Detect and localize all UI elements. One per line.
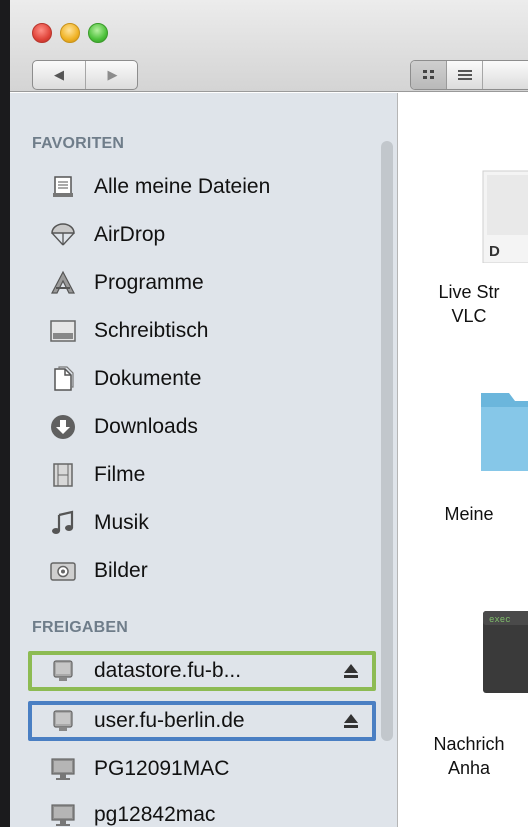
downloads-icon	[48, 412, 78, 442]
sidebar-item-label: Programme	[94, 271, 204, 294]
back-button[interactable]: ◀	[33, 61, 86, 89]
back-arrow-icon: ◀	[54, 67, 64, 82]
pictures-icon	[48, 556, 78, 586]
desktop-icon	[48, 316, 78, 346]
sidebar-item-label: Bilder	[94, 559, 148, 582]
documents-icon	[48, 364, 78, 394]
document-icon: D	[482, 170, 528, 264]
forward-button[interactable]: ▶	[86, 61, 139, 89]
file-name: Nachrich	[433, 734, 505, 754]
music-icon	[48, 508, 78, 538]
airdrop-icon	[48, 220, 78, 250]
computer-icon	[48, 800, 78, 827]
executable-icon-label: exec	[489, 615, 511, 625]
movies-icon	[48, 460, 78, 490]
file-browser-content: D Live Str VLC Meine exec Nachrich Anha	[399, 93, 528, 827]
server-icon	[48, 656, 78, 686]
maximize-window-button[interactable]	[88, 23, 108, 43]
icon-view-icon	[422, 70, 434, 79]
sidebar-item-label: user.fu-berlin.de	[94, 709, 245, 732]
list-view-icon	[457, 70, 472, 80]
sidebar-item-all-my-files[interactable]: Alle meine Dateien	[32, 165, 372, 209]
sidebar-item-label: Dokumente	[94, 367, 202, 390]
file-item-live-stream[interactable]: D Live Str VLC	[399, 163, 528, 328]
file-name: Live Str	[438, 282, 500, 302]
sidebar-item-label: Alle meine Dateien	[94, 175, 271, 198]
minimize-window-button[interactable]	[60, 23, 80, 43]
sidebar-scrollbar[interactable]	[380, 141, 394, 827]
sidebar-item-datastore[interactable]: datastore.fu-b...	[32, 649, 372, 693]
sidebar-item-music[interactable]: Musik	[32, 501, 372, 545]
sidebar-item-downloads[interactable]: Downloads	[32, 405, 372, 449]
section-favorites-title: FAVORITEN	[32, 135, 125, 152]
file-name-line2: VLC	[451, 306, 487, 326]
eject-icon[interactable]	[342, 711, 360, 731]
sidebar-scroll-thumb[interactable]	[381, 141, 393, 741]
sidebar-item-label: Musik	[94, 511, 149, 534]
computer-icon	[48, 754, 78, 784]
file-name-line2: Anha	[447, 758, 491, 778]
sidebar-item-pg12091mac[interactable]: PG12091MAC	[32, 747, 372, 791]
list-view-button[interactable]	[447, 61, 483, 89]
server-icon	[48, 706, 78, 736]
document-icon-label: D	[489, 243, 500, 260]
section-shared-title: FREIGABEN	[32, 619, 129, 636]
all-files-icon	[48, 172, 78, 202]
sidebar-item-pg12842mac[interactable]: pg12842mac	[32, 793, 372, 827]
eject-icon[interactable]	[342, 661, 360, 681]
sidebar-item-pictures[interactable]: Bilder	[32, 549, 372, 593]
file-item-meine[interactable]: Meine	[399, 385, 528, 526]
sidebar-item-documents[interactable]: Dokumente	[32, 357, 372, 401]
applications-icon	[48, 268, 78, 298]
sidebar-item-desktop[interactable]: Schreibtisch	[32, 309, 372, 353]
toolbar: ◀ ▶	[10, 0, 528, 92]
file-item-nachrichten[interactable]: exec Nachrich Anha	[399, 605, 528, 780]
close-window-button[interactable]	[32, 23, 52, 43]
sidebar-item-applications[interactable]: Programme	[32, 261, 372, 305]
sidebar-item-label: AirDrop	[94, 223, 166, 246]
sidebar-item-label: pg12842mac	[94, 803, 216, 826]
icon-view-button[interactable]	[411, 61, 447, 89]
sidebar-item-label: Downloads	[94, 415, 198, 438]
view-mode-control	[410, 60, 528, 90]
navigation-control: ◀ ▶	[32, 60, 138, 90]
sidebar-item-movies[interactable]: Filme	[32, 453, 372, 497]
sidebar-item-label: Schreibtisch	[94, 319, 209, 342]
sidebar-item-airdrop[interactable]: AirDrop	[32, 213, 372, 257]
sidebar-item-label: datastore.fu-b...	[94, 659, 242, 682]
sidebar-item-label: PG12091MAC	[94, 757, 230, 780]
folder-icon	[481, 393, 528, 471]
sidebar: FAVORITEN Alle meine Dateien AirDrop Pro…	[10, 93, 398, 827]
sidebar-item-label: Filme	[94, 463, 146, 486]
file-name: Meine	[444, 504, 494, 524]
finder-window: ◀ ▶ FAVORITEN Alle meine Dateien AirDrop…	[10, 0, 528, 827]
forward-arrow-icon: ▶	[107, 67, 118, 82]
executable-icon: exec	[483, 611, 528, 693]
sidebar-item-user-server[interactable]: user.fu-berlin.de	[32, 699, 372, 743]
